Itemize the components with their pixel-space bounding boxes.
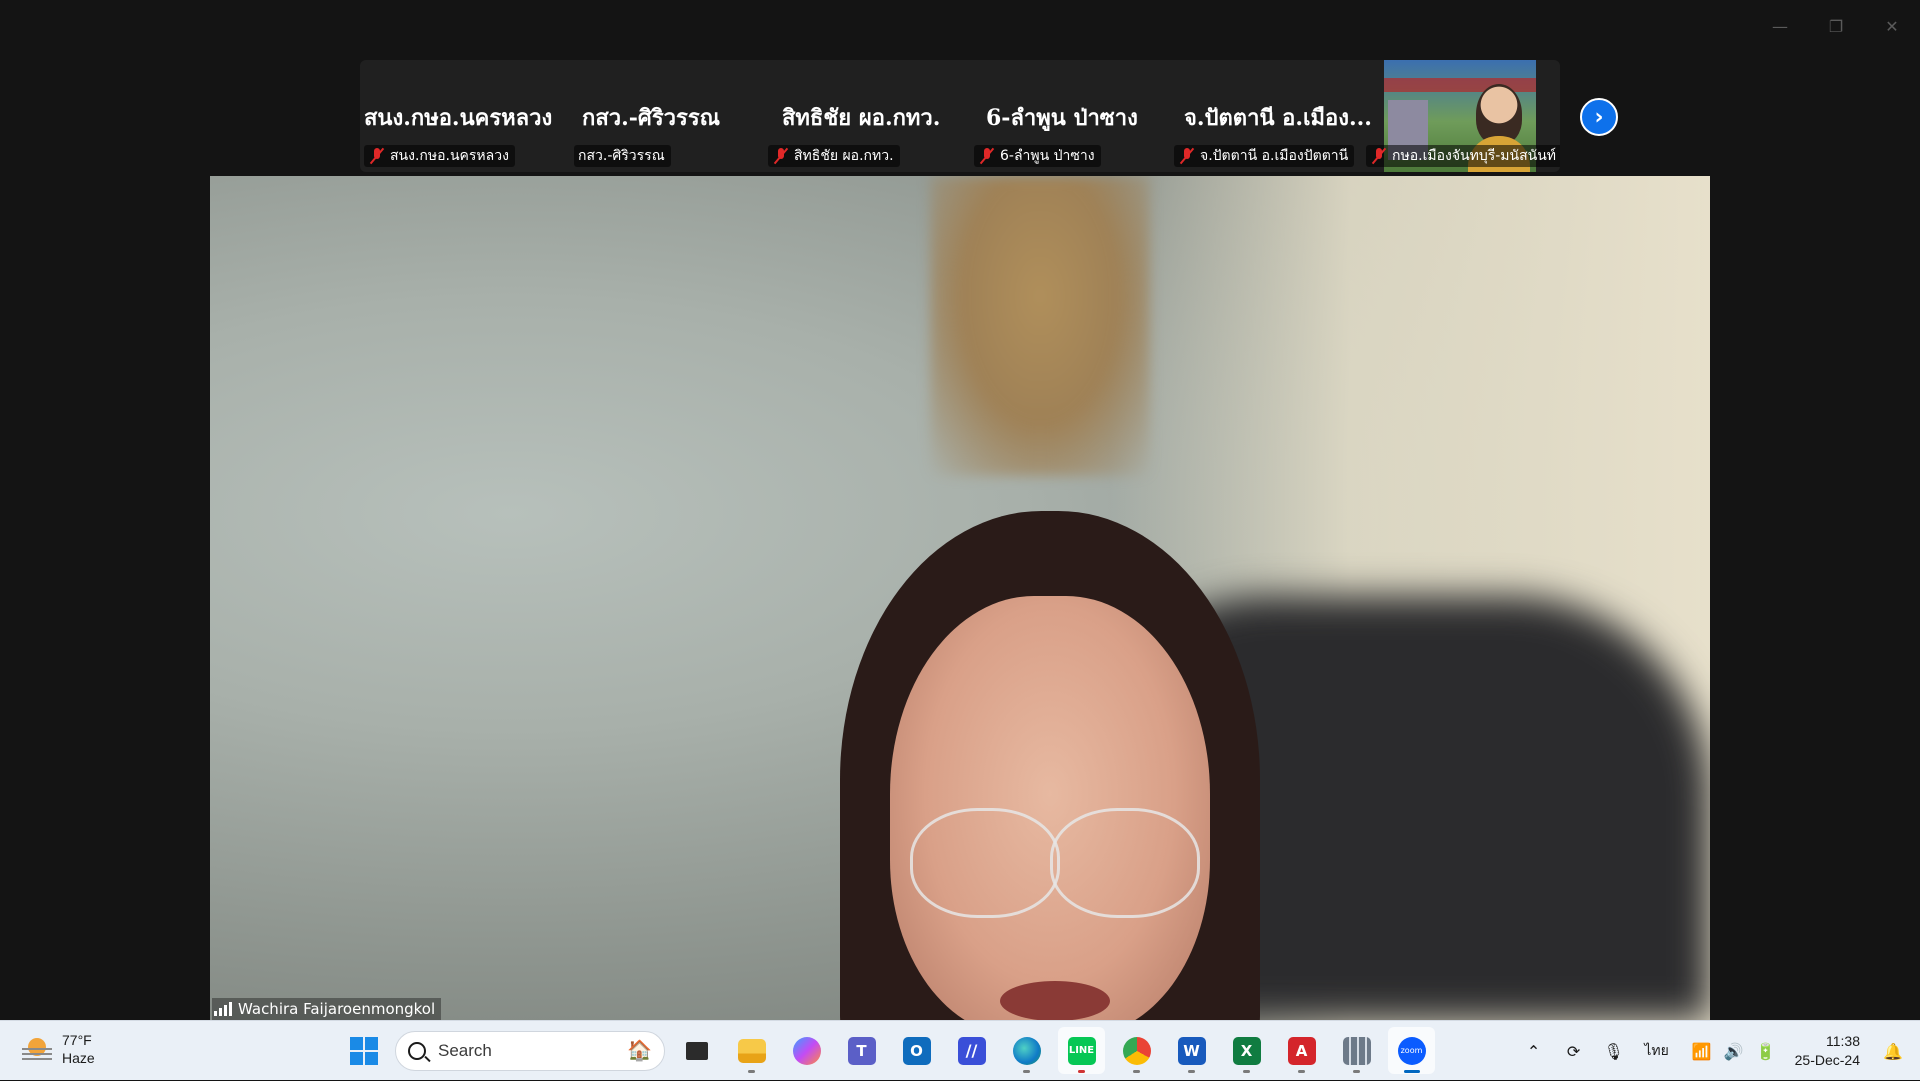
mic-muted-icon: [978, 147, 996, 165]
background-picture-frame: [930, 176, 1150, 476]
participant-tile[interactable]: 6-ลำพูน ป่าซาง 6-ลำพูน ป่าซาง: [974, 60, 1160, 172]
mic-muted-icon: [772, 147, 790, 165]
close-button[interactable]: ✕: [1864, 10, 1920, 42]
taskbar-search-box[interactable]: Search 🏠: [395, 1030, 665, 1071]
participant-name: สนง.กษอ.นครหลวง: [364, 105, 553, 131]
word-icon[interactable]: W: [1168, 1027, 1215, 1074]
taskbar-apps: Search 🏠 T O // LINE W X A zoom: [340, 1027, 1435, 1074]
mic-muted-icon: [1178, 147, 1196, 165]
window-controls: — ❐ ✕: [1752, 10, 1920, 42]
participant-name: สิทธิชัย ผอ.กทว.: [782, 105, 941, 131]
participant-tile[interactable]: จ.ปัตตานี อ.เมือง... จ.ปัตตานี อ.เมืองปั…: [1174, 60, 1380, 172]
chevron-up-icon[interactable]: ⌃: [1519, 1031, 1549, 1071]
task-view-icon[interactable]: [673, 1027, 720, 1074]
microphone-icon[interactable]: 🎙: [1599, 1031, 1629, 1071]
system-tray: ⌃ ⟳ 🎙 ไทย 📶 🔊 🔋 11:38 25-Dec-24 🔔: [1519, 1021, 1920, 1081]
participant-name: กสว.-ศิริวรรณ: [582, 105, 721, 131]
holiday-search-highlight-icon: 🏠: [627, 1040, 652, 1062]
weather-condition: Haze: [62, 1050, 95, 1066]
calculator-icon[interactable]: [1333, 1027, 1380, 1074]
chrome-icon[interactable]: [1113, 1027, 1160, 1074]
chevron-right-icon: ›: [1594, 104, 1604, 130]
sync-icon[interactable]: ⟳: [1559, 1031, 1589, 1071]
participant-name: จ.ปัตตานี อ.เมือง...: [1184, 105, 1372, 131]
participant-name: 6-ลำพูน ป่าซาง: [986, 105, 1138, 131]
windows-taskbar: 77°F Haze Search 🏠 T O // LINE W X A zoo…: [0, 1020, 1920, 1080]
participant-tile[interactable]: กสว.-ศิริวรรณ กสว.-ศิริวรรณ: [574, 60, 752, 172]
copilot-icon[interactable]: [783, 1027, 830, 1074]
speaker-name-label: Wachira Faijaroenmongkol: [212, 998, 442, 1020]
glasses-left-lens: [910, 808, 1060, 918]
zoom-meeting-window: — ❐ ✕ สนง.กษอ.นครหลวง สนง.กษอ.นครหลวง กส…: [0, 0, 1920, 1020]
acrobat-icon[interactable]: A: [1278, 1027, 1325, 1074]
zoom-icon[interactable]: zoom: [1388, 1027, 1435, 1074]
next-page-button[interactable]: ›: [1580, 98, 1618, 136]
language-indicator[interactable]: ไทย: [1639, 1031, 1675, 1071]
speaker-face: [890, 596, 1210, 1020]
glasses-right-lens: [1050, 808, 1200, 918]
taskbar-clock[interactable]: 11:38 25-Dec-24: [1795, 1032, 1860, 1070]
wifi-icon[interactable]: 📶: [1687, 1031, 1717, 1071]
volume-icon[interactable]: 🔊: [1719, 1031, 1749, 1071]
participant-tag: กษอ.เมืองจันทบุรี-มนัสนันท์: [1366, 145, 1560, 167]
teams-icon[interactable]: T: [838, 1027, 885, 1074]
participant-tag: จ.ปัตตานี อ.เมืองปัตตานี: [1174, 145, 1355, 167]
participant-tile[interactable]: สนง.กษอ.นครหลวง สนง.กษอ.นครหลวง: [360, 60, 560, 172]
stylus-app-icon[interactable]: //: [948, 1027, 995, 1074]
search-placeholder: Search: [438, 1040, 492, 1060]
minimize-button[interactable]: —: [1752, 10, 1808, 42]
participant-tile[interactable]: สิทธิชัย ผอ.กทว. สิทธิชัย ผอ.กทว.: [768, 60, 960, 172]
participant-tag: 6-ลำพูน ป่าซาง: [974, 145, 1101, 167]
start-icon[interactable]: [340, 1027, 387, 1074]
participant-tag: กสว.-ศิริวรรณ: [574, 145, 671, 167]
outlook-icon[interactable]: O: [893, 1027, 940, 1074]
speaker-mouth: [1000, 981, 1110, 1020]
signal-strength-icon: [214, 1002, 232, 1016]
clock-date: 25-Dec-24: [1794, 1052, 1860, 1068]
mic-muted-icon: [1370, 147, 1388, 165]
weather-widget[interactable]: 77°F Haze: [22, 1031, 95, 1067]
speaker-name: Wachira Faijaroenmongkol: [238, 1000, 436, 1018]
participant-strip: สนง.กษอ.นครหลวง สนง.กษอ.นครหลวง กสว.-ศิร…: [360, 60, 1560, 172]
edge-icon[interactable]: [1003, 1027, 1050, 1074]
search-icon: [408, 1041, 426, 1060]
notification-bell-icon[interactable]: 🔔: [1878, 1031, 1908, 1071]
active-speaker-video[interactable]: [210, 176, 1710, 1020]
line-icon[interactable]: LINE: [1058, 1027, 1105, 1074]
restore-button[interactable]: ❐: [1808, 10, 1864, 42]
file-explorer-icon[interactable]: [728, 1027, 775, 1074]
mic-muted-icon: [368, 147, 386, 165]
weather-temperature: 77°F: [62, 1032, 92, 1048]
participant-tag: สิทธิชัย ผอ.กทว.: [768, 145, 900, 167]
participant-face: [1476, 84, 1522, 144]
battery-icon[interactable]: 🔋: [1751, 1031, 1781, 1071]
clock-time: 11:38: [1826, 1033, 1860, 1049]
haze-weather-icon: [22, 1036, 52, 1062]
excel-icon[interactable]: X: [1223, 1027, 1270, 1074]
participant-tag: สนง.กษอ.นครหลวง: [364, 145, 515, 167]
